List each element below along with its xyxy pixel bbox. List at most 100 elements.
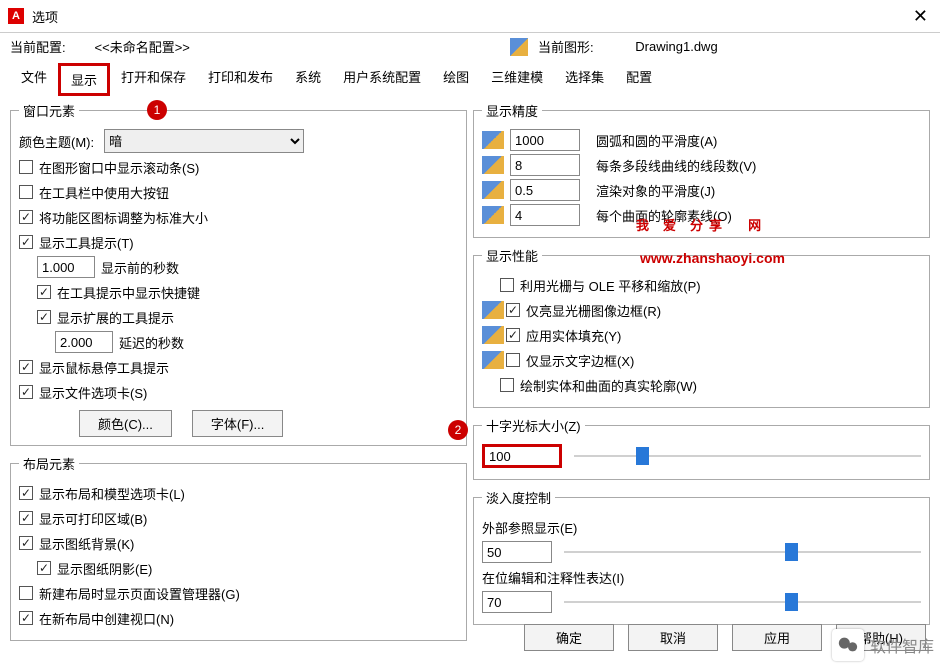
ok-button[interactable]: 确定 (524, 624, 614, 651)
lbl-show-tooltip: 显示工具提示(T) (39, 233, 134, 252)
theme-label: 颜色主题(M): (19, 132, 94, 151)
lbl-highlight-frame: 仅亮显光栅图像边框(R) (526, 301, 661, 320)
input-arc-smooth[interactable]: 1000 (510, 129, 580, 151)
chk-shortcut-tooltip[interactable] (37, 285, 51, 299)
chk-file-tabs[interactable] (19, 385, 33, 399)
chk-layout-tabs[interactable] (19, 486, 33, 500)
close-button[interactable]: ✕ (913, 6, 928, 27)
chk-ext-tooltip[interactable] (37, 310, 51, 324)
group-crosshair: 十字光标大小(Z) 100 (473, 416, 930, 480)
group-layout-elements-legend: 布局元素 (19, 454, 79, 473)
colors-button[interactable]: 颜色(C)... (79, 410, 172, 437)
tab-system[interactable]: 系统 (284, 62, 332, 95)
watermark-text: 我爱分享 网 (636, 210, 775, 236)
profile-value: <<未命名配置>> (95, 40, 190, 55)
chk-true-silhouette[interactable] (500, 378, 514, 392)
chk-big-buttons[interactable] (19, 185, 33, 199)
tab-plot[interactable]: 打印和发布 (197, 62, 284, 95)
chk-scrollbars[interactable] (19, 160, 33, 174)
app-icon: A (8, 8, 24, 24)
corner-watermark: 软件智库 (832, 629, 934, 661)
tab-panel-display: 窗口元素 颜色主题(M): 暗 在图形窗口中显示滚动条(S) 在工具栏中使用大按… (0, 95, 940, 659)
chk-hover-tooltip[interactable] (19, 360, 33, 374)
chk-solid-fill[interactable] (506, 328, 520, 342)
fonts-button[interactable]: 字体(F)... (192, 410, 283, 437)
input-seconds-before[interactable]: 1.000 (37, 256, 95, 278)
lbl-pan-zoom: 利用光栅与 OLE 平移和缩放(P) (520, 276, 701, 295)
lbl-create-viewport: 在新布局中创建视口(N) (39, 609, 174, 628)
annotation-badge-2: 2 (448, 420, 468, 440)
options-dialog: A 选项 ✕ 当前配置: <<未命名配置>> 当前图形: Drawing1.dw… (0, 0, 940, 667)
chk-paper-bg[interactable] (19, 536, 33, 550)
chk-create-viewport[interactable] (19, 611, 33, 625)
lbl-true-silhouette: 绘制实体和曲面的真实轮廓(W) (520, 376, 697, 395)
drawing-var-icon (482, 131, 504, 149)
input-poly-seg[interactable]: 8 (510, 154, 580, 176)
chk-print-area[interactable] (19, 511, 33, 525)
lbl-resize-ribbon: 将功能区图标调整为标准大小 (39, 208, 208, 227)
tab-display[interactable]: 显示 (58, 63, 110, 96)
header-info: 当前配置: <<未命名配置>> 当前图形: Drawing1.dwg (0, 33, 940, 60)
drawing-var-icon (482, 181, 504, 199)
input-crosshair-size[interactable]: 100 (482, 444, 562, 468)
dialog-title: 选项 (32, 7, 58, 26)
input-render-smooth[interactable]: 0.5 (510, 179, 580, 201)
tab-opensave[interactable]: 打开和保存 (110, 62, 197, 95)
slider-inplace-fade[interactable] (564, 592, 921, 612)
lbl-text-frame: 仅显示文字边框(X) (526, 351, 634, 370)
lbl-paper-shadow: 显示图纸阴影(E) (57, 559, 152, 578)
lbl-file-tabs: 显示文件选项卡(S) (39, 383, 147, 402)
input-contour[interactable]: 4 (510, 204, 580, 226)
chk-text-frame[interactable] (506, 353, 520, 367)
chk-show-tooltip[interactable] (19, 235, 33, 249)
tab-file[interactable]: 文件 (10, 62, 58, 95)
titlebar: A 选项 ✕ (0, 0, 940, 32)
drawing-icon (510, 38, 528, 56)
lbl-shortcut-tooltip: 在工具提示中显示快捷键 (57, 283, 200, 302)
lbl-arc-smooth: 圆弧和圆的平滑度(A) (596, 131, 717, 150)
drawing-label: 当前图形: (538, 37, 594, 56)
drawing-value: Drawing1.dwg (635, 39, 717, 54)
lbl-page-setup: 新建布局时显示页面设置管理器(G) (39, 584, 240, 603)
annotation-badge-1: 1 (147, 100, 167, 120)
drawing-var-icon (482, 351, 504, 369)
chk-paper-shadow[interactable] (37, 561, 51, 575)
chk-page-setup[interactable] (19, 586, 33, 600)
slider-xref-fade[interactable] (564, 542, 921, 562)
drawing-var-icon (482, 206, 504, 224)
input-inplace-fade[interactable]: 70 (482, 591, 552, 613)
lbl-paper-bg: 显示图纸背景(K) (39, 534, 134, 553)
lbl-poly-seg: 每条多段线曲线的线段数(V) (596, 156, 756, 175)
input-xref-fade[interactable]: 50 (482, 541, 552, 563)
drawing-var-icon (482, 326, 504, 344)
group-fade-control: 淡入度控制 外部参照显示(E) 50 在位编辑和注释性表达(I) 70 (473, 488, 930, 625)
group-display-resolution-legend: 显示精度 (482, 101, 542, 120)
cancel-button[interactable]: 取消 (628, 624, 718, 651)
group-fade-control-legend: 淡入度控制 (482, 488, 555, 507)
lbl-seconds-before: 显示前的秒数 (101, 258, 179, 277)
tab-selection[interactable]: 选择集 (554, 62, 615, 95)
chk-resize-ribbon[interactable] (19, 210, 33, 224)
lbl-scrollbars: 在图形窗口中显示滚动条(S) (39, 158, 199, 177)
profile-label: 当前配置: (10, 40, 66, 55)
lbl-solid-fill: 应用实体填充(Y) (526, 326, 621, 345)
tabstrip: 文件 显示 打开和保存 打印和发布 系统 用户系统配置 绘图 三维建模 选择集 … (0, 62, 940, 95)
tab-drafting[interactable]: 绘图 (432, 62, 480, 95)
chk-highlight-frame[interactable] (506, 303, 520, 317)
drawing-var-icon (482, 301, 504, 319)
tab-3dmodel[interactable]: 三维建模 (480, 62, 554, 95)
input-delay-sec[interactable]: 2.000 (55, 331, 113, 353)
group-display-performance: 显示性能 利用光栅与 OLE 平移和缩放(P) 仅亮显光栅图像边框(R) 应用实… (473, 246, 930, 408)
corner-logo-icon (832, 629, 864, 661)
chk-pan-zoom[interactable] (500, 278, 514, 292)
tab-profiles[interactable]: 配置 (615, 62, 663, 95)
group-window-elements-legend: 窗口元素 (19, 101, 79, 120)
drawing-var-icon (482, 156, 504, 174)
theme-select[interactable]: 暗 (104, 129, 304, 153)
apply-button[interactable]: 应用 (732, 624, 822, 651)
group-layout-elements: 布局元素 显示布局和模型选项卡(L) 显示可打印区域(B) 显示图纸背景(K) … (10, 454, 467, 641)
lbl-inplace-fade: 在位编辑和注释性表达(I) (482, 568, 624, 587)
tab-userpref[interactable]: 用户系统配置 (332, 62, 432, 95)
group-display-performance-legend: 显示性能 (482, 246, 542, 265)
slider-crosshair[interactable] (574, 446, 921, 466)
